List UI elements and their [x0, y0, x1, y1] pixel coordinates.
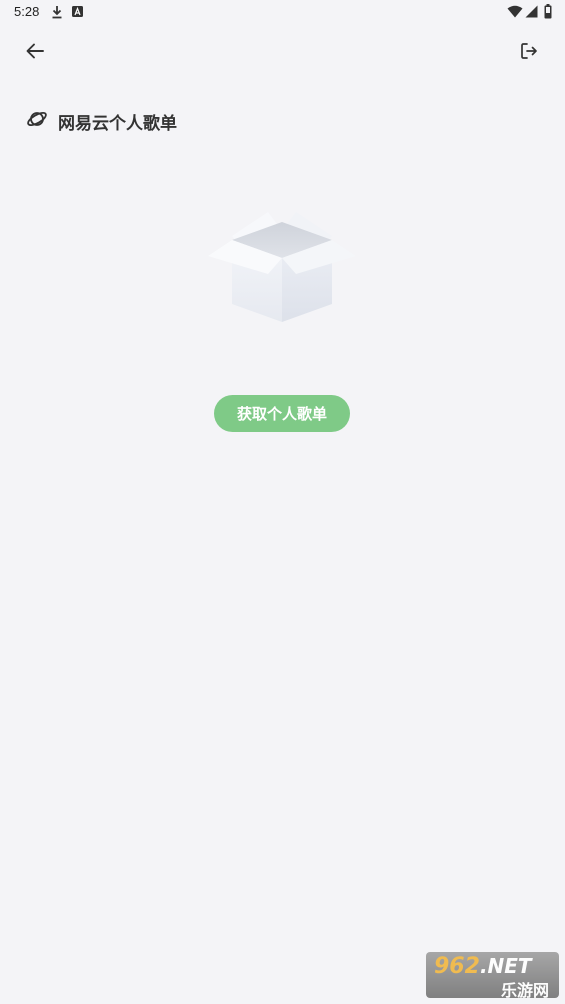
status-bar: 5:28 [0, 0, 565, 24]
watermark-brand: 962.NET [434, 954, 532, 979]
arrow-left-icon [24, 40, 46, 67]
logout-icon [519, 41, 539, 66]
a-notification-icon [71, 4, 84, 23]
watermark-logo: 962.NET 乐游网 [426, 952, 559, 1000]
watermark-number: 962 [434, 954, 480, 979]
section-title: 网易云个人歌单 [58, 114, 177, 134]
section-header: 网易云个人歌单 [26, 108, 177, 135]
download-icon [50, 4, 64, 25]
planet-icon [26, 108, 48, 135]
fetch-playlist-button[interactable]: 获取个人歌单 [214, 395, 350, 432]
logout-button[interactable] [509, 33, 549, 73]
status-time: 5:28 [14, 4, 40, 19]
signal-icon [525, 5, 538, 23]
watermark-text: 乐游网 [500, 981, 549, 1000]
empty-box-icon [206, 208, 358, 326]
watermark-suffix: .NET [479, 954, 532, 978]
back-button[interactable] [15, 33, 55, 73]
battery-icon [544, 4, 552, 24]
wifi-icon [507, 5, 523, 23]
